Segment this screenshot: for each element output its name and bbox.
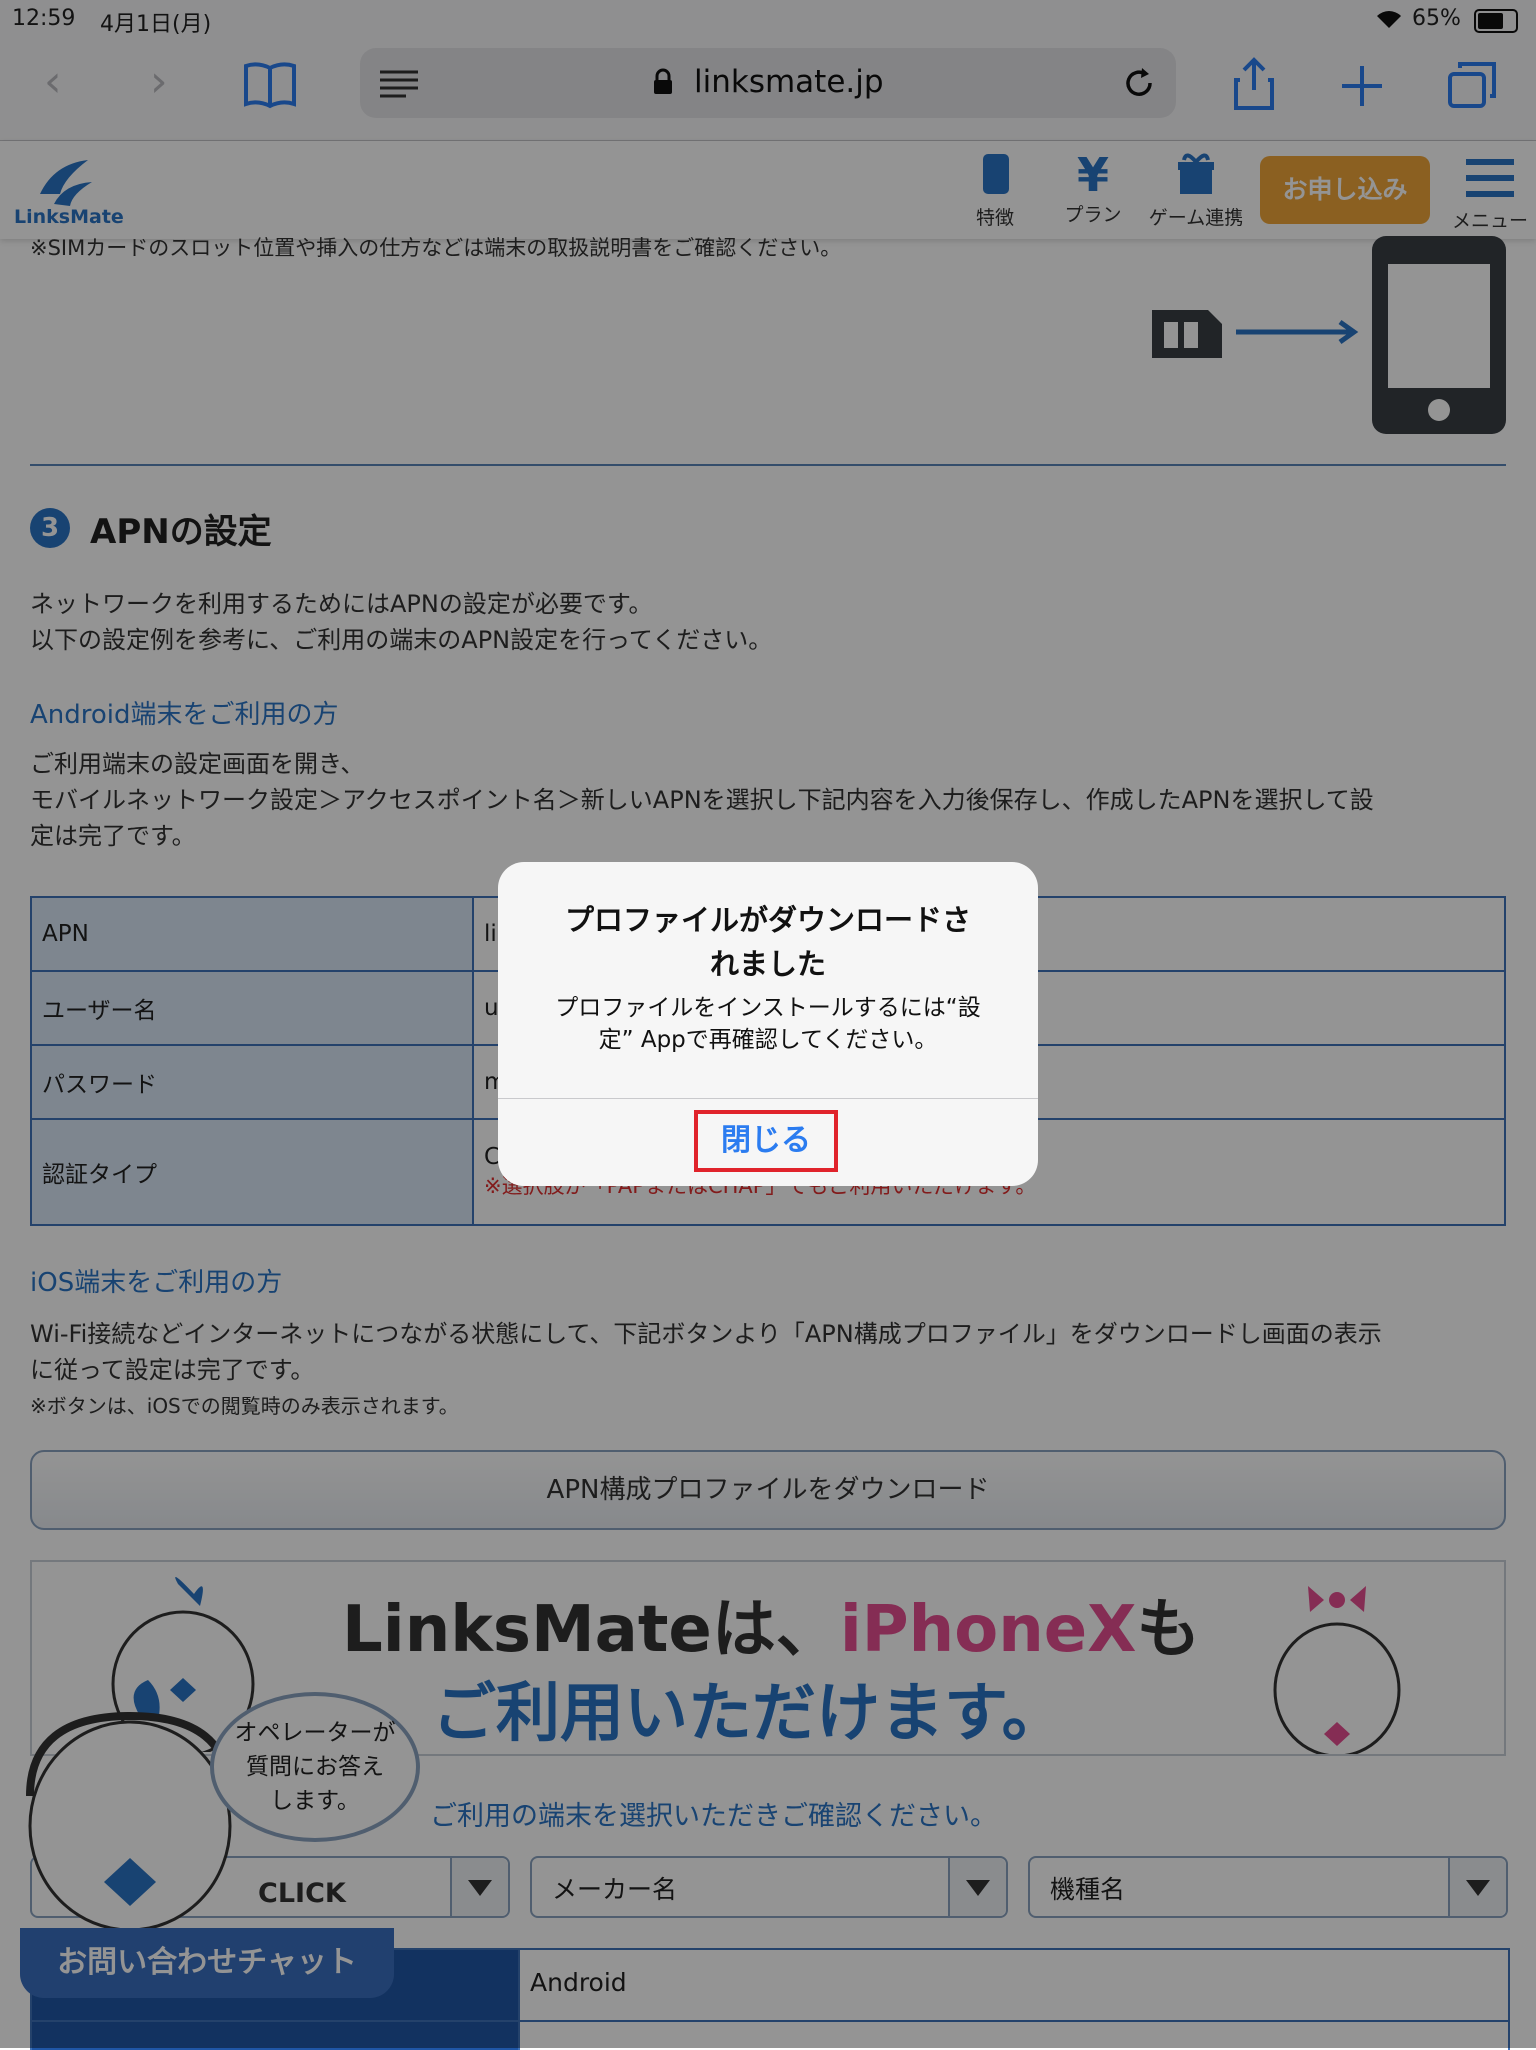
alert-message: プロファイルをインストールするには“設 定” Appで再確認してください。 xyxy=(528,992,1008,1056)
alert-title-line: プロファイルがダウンロードさ xyxy=(564,903,971,937)
alert-title: プロファイルがダウンロードさ れました xyxy=(528,898,1008,986)
alert-message-line: 定” Appで再確認してください。 xyxy=(598,1027,938,1053)
alert-message-line: プロファイルをインストールするには“設 xyxy=(555,995,981,1021)
alert-separator xyxy=(498,1098,1038,1099)
close-button[interactable]: 閉じる xyxy=(694,1110,838,1172)
alert-title-line: れました xyxy=(709,947,826,981)
download-alert-dialog: プロファイルがダウンロードさ れました プロファイルをインストールするには“設 … xyxy=(498,862,1038,1186)
